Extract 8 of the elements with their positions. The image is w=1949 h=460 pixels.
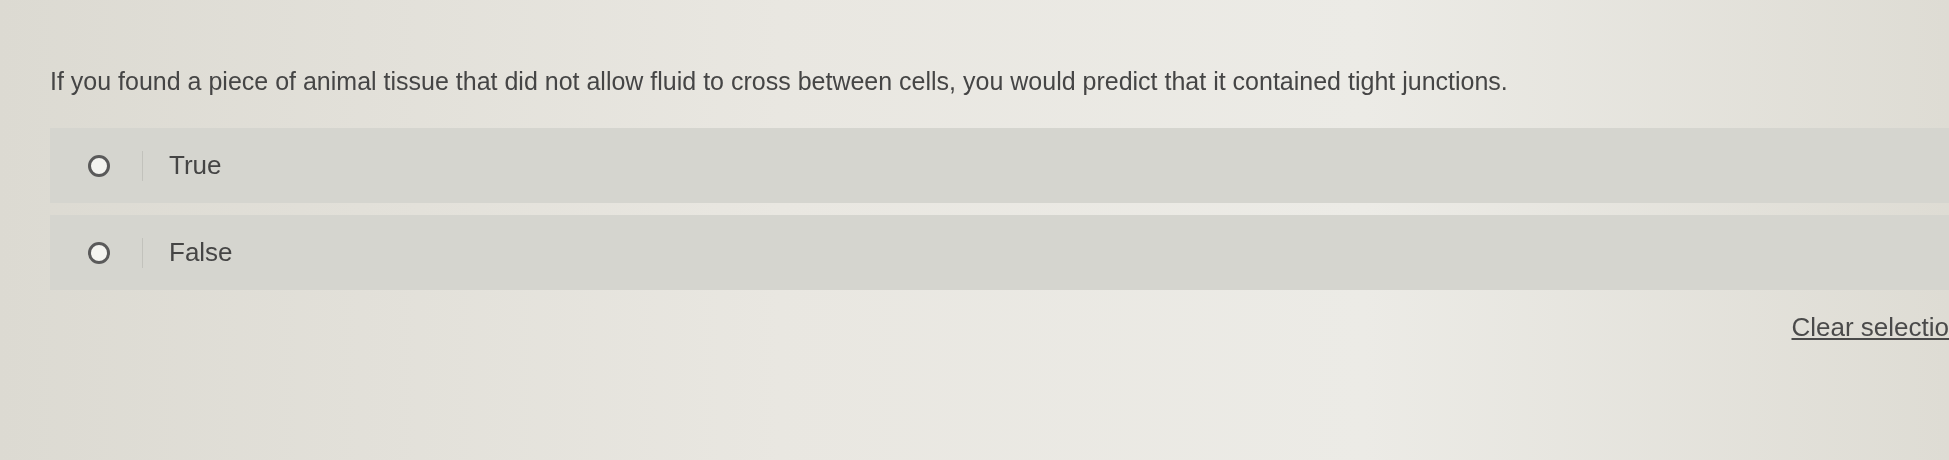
- radio-button[interactable]: [88, 154, 110, 177]
- clear-selection-link[interactable]: Clear selectio: [1791, 312, 1949, 343]
- question-text: If you found a piece of animal tissue that did not allow fluid to cross between cells, you would predict that it contained tight junctions.: [50, 66, 1509, 97]
- option-label: False: [169, 237, 233, 268]
- answer-option[interactable]: False: [50, 215, 1949, 290]
- radio-button[interactable]: [88, 241, 110, 264]
- answer-option[interactable]: True: [50, 128, 1949, 203]
- option-label: True: [169, 150, 222, 181]
